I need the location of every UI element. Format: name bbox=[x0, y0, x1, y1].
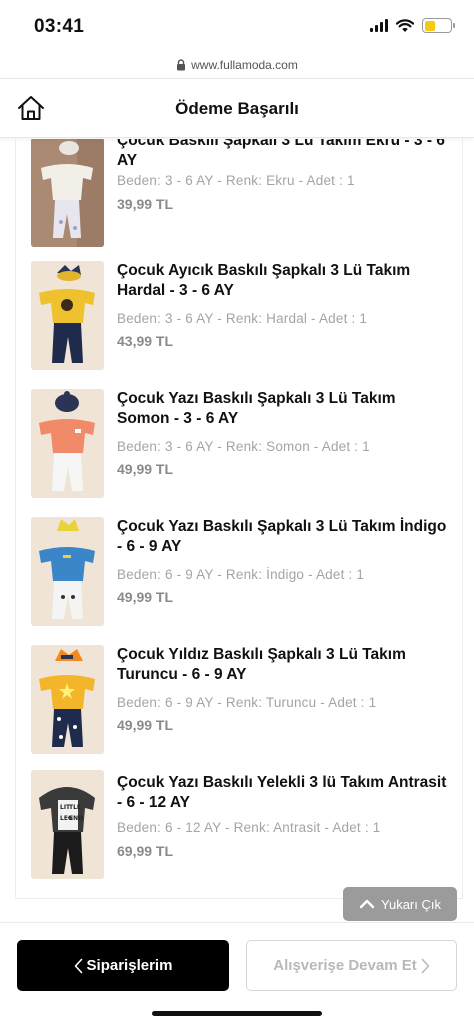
status-icons bbox=[370, 18, 455, 33]
status-time: 03:41 bbox=[34, 16, 85, 37]
product-title: Çocuk Ayıcık Baskılı Şapkalı 3 Lü Takım … bbox=[117, 262, 411, 299]
list-item[interactable]: Çocuk Baskılı Şapkalı 3 Lü Takım Ekru - … bbox=[16, 139, 462, 257]
product-meta: Beden: 6 - 9 AY - Renk: Turuncu - Adet :… bbox=[117, 695, 377, 710]
product-image: LIT TLE LEG END bbox=[31, 770, 104, 879]
print-text-tle: TLE bbox=[69, 804, 81, 811]
home-indicator bbox=[152, 1011, 322, 1016]
url-bar[interactable]: www.fullamoda.com bbox=[0, 52, 474, 78]
product-title: Çocuk Yıldız Baskılı Şapkalı 3 Lü Takım … bbox=[117, 646, 406, 683]
list-item[interactable]: Çocuk Yazı Baskılı Şapkalı 3 Lü Takım İn… bbox=[16, 513, 462, 641]
product-price: 49,99 TL bbox=[117, 589, 174, 605]
product-meta: Beden: 6 - 12 AY - Renk: Antrasit - Adet… bbox=[117, 820, 381, 835]
product-price: 49,99 TL bbox=[117, 717, 174, 733]
list-item[interactable]: Çocuk Yıldız Baskılı Şapkalı 3 Lü Takım … bbox=[16, 641, 462, 769]
scroll-top-label: Yukarı Çık bbox=[381, 896, 441, 912]
chevron-right-icon bbox=[421, 958, 430, 973]
product-price: 39,99 TL bbox=[117, 196, 174, 212]
scroll-top-button[interactable]: Yukarı Çık bbox=[343, 887, 457, 921]
page-header: Ödeme Başarılı bbox=[0, 78, 474, 138]
product-image bbox=[31, 139, 104, 247]
order-items-list[interactable]: Çocuk Baskılı Şapkalı 3 Lü Takım Ekru - … bbox=[15, 139, 463, 899]
product-meta: Beden: 3 - 6 AY - Renk: Ekru - Adet : 1 bbox=[117, 173, 355, 188]
list-item[interactable]: LIT TLE LEG END Çocuk Yazı Baskılı Yelek… bbox=[16, 769, 462, 897]
continue-shopping-label: Alışverişe Devam Et bbox=[273, 957, 417, 974]
print-text-end: END bbox=[69, 815, 83, 822]
continue-shopping-button[interactable]: Alışverişe Devam Et bbox=[246, 940, 457, 991]
product-title: Çocuk Baskılı Şapkalı 3 Lü Takım Ekru - … bbox=[117, 139, 445, 169]
list-item[interactable]: Çocuk Ayıcık Baskılı Şapkalı 3 Lü Takım … bbox=[16, 257, 462, 385]
chevron-up-icon bbox=[359, 899, 375, 909]
bottom-action-bar: Siparişlerim Alışverişe Devam Et bbox=[0, 922, 474, 1024]
list-item[interactable]: Çocuk Yazı Baskılı Şapkalı 3 Lü Takım So… bbox=[16, 385, 462, 513]
product-image bbox=[31, 261, 104, 370]
page-title: Ödeme Başarılı bbox=[175, 99, 299, 118]
product-image bbox=[31, 517, 104, 626]
product-image bbox=[31, 389, 104, 498]
battery-icon bbox=[422, 18, 455, 33]
product-title: Çocuk Yazı Baskılı Şapkalı 3 Lü Takım So… bbox=[117, 390, 396, 427]
product-meta: Beden: 3 - 6 AY - Renk: Somon - Adet : 1 bbox=[117, 439, 370, 454]
product-title: Çocuk Yazı Baskılı Şapkalı 3 Lü Takım İn… bbox=[117, 518, 447, 555]
chevron-left-icon bbox=[74, 958, 82, 973]
url-text: www.fullamoda.com bbox=[191, 58, 298, 72]
product-meta: Beden: 3 - 6 AY - Renk: Hardal - Adet : … bbox=[117, 311, 368, 326]
status-bar: 03:41 bbox=[0, 0, 474, 50]
orders-button[interactable]: Siparişlerim bbox=[17, 940, 229, 991]
wifi-icon bbox=[396, 18, 414, 32]
product-image bbox=[31, 645, 104, 754]
signal-icon bbox=[370, 19, 388, 32]
product-price: 43,99 TL bbox=[117, 333, 174, 349]
product-price: 49,99 TL bbox=[117, 461, 174, 477]
orders-label: Siparişlerim bbox=[86, 957, 173, 974]
product-title: Çocuk Yazı Baskılı Yelekli 3 lü Takım An… bbox=[117, 774, 447, 811]
product-price: 69,99 TL bbox=[117, 843, 174, 859]
product-meta: Beden: 6 - 9 AY - Renk: İndigo - Adet : … bbox=[117, 567, 365, 582]
lock-icon bbox=[177, 59, 186, 71]
